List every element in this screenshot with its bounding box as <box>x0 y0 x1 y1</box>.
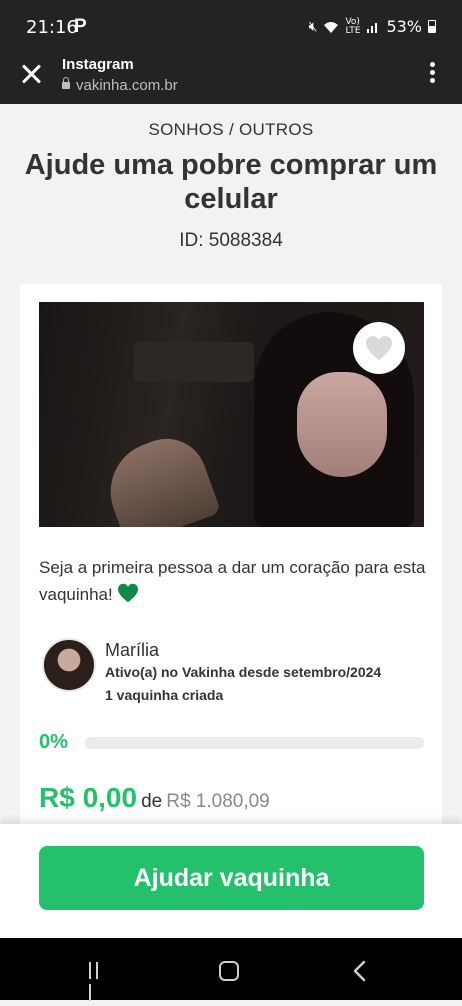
first-heart-cta: Seja a primeira pessoa a dar um coração … <box>39 554 429 608</box>
campaign-title: Ajude uma pobre comprar um celular <box>24 149 438 215</box>
volte-icon: Vo) LTE <box>345 16 361 36</box>
progress-bar <box>85 737 424 749</box>
heart-icon <box>366 336 392 360</box>
p-app-icon: P <box>74 16 87 37</box>
first-heart-cta-text: Seja a primeira pessoa a dar um coração … <box>39 558 426 604</box>
author-info[interactable]: Marília Ativo(a) no Vakinha desde setemb… <box>39 636 429 706</box>
status-icons: 🔇︎ Vo) LTE 53% <box>309 17 436 36</box>
author-name[interactable]: Marília <box>105 640 159 661</box>
author-since: Ativo(a) no Vakinha desde setembro/2024 <box>105 664 382 680</box>
progress: 0% <box>39 731 424 755</box>
of-label: de <box>141 791 163 812</box>
battery-percent: 53% <box>386 17 422 36</box>
mute-icon: 🔇︎ <box>308 18 318 35</box>
action-area: Ajudar vaquinha <box>0 824 462 938</box>
raised-amount: R$ 0,00 <box>39 782 138 813</box>
status-time: 21:16 <box>26 17 78 38</box>
campaign-photo[interactable] <box>39 302 424 527</box>
author-campaign-count: 1 vaquinha criada <box>105 687 224 703</box>
back-icon[interactable] <box>352 960 366 982</box>
browser-bar: Instagram vakinha.com.br <box>0 52 462 104</box>
campaign-page: SONHOS / OUTROS Ajude uma pobre comprar … <box>0 104 462 844</box>
browser-url[interactable]: vakinha.com.br <box>62 77 178 94</box>
close-icon[interactable] <box>20 62 44 86</box>
browser-app-name: Instagram <box>62 56 134 73</box>
browser-url-text: vakinha.com.br <box>76 77 178 94</box>
goal-amount: R$ 1.080,09 <box>166 791 270 812</box>
battery-icon <box>428 20 436 33</box>
help-campaign-button[interactable]: Ajudar vaquinha <box>39 846 424 910</box>
wifi-icon <box>324 21 339 33</box>
progress-percent: 0% <box>39 731 68 753</box>
lock-icon <box>62 77 70 89</box>
campaign-card: Seja a primeira pessoa a dar um coração … <box>20 284 442 844</box>
campaign-id: ID: 5088384 <box>179 230 283 251</box>
green-heart-icon <box>118 583 139 603</box>
status-bar: 21:16 P 🔇︎ Vo) LTE 53% <box>0 0 462 52</box>
recent-apps-icon[interactable] <box>89 962 109 1001</box>
home-icon[interactable] <box>219 961 239 981</box>
campaign-category[interactable]: SONHOS / OUTROS <box>0 120 462 140</box>
heart-button[interactable] <box>353 322 405 374</box>
more-options-icon[interactable] <box>430 62 436 86</box>
avatar[interactable] <box>42 638 96 692</box>
system-nav-bar <box>0 938 462 1001</box>
amount-row: R$ 0,00 de R$ 1.080,09 <box>39 782 424 818</box>
signal-icon <box>367 22 378 33</box>
